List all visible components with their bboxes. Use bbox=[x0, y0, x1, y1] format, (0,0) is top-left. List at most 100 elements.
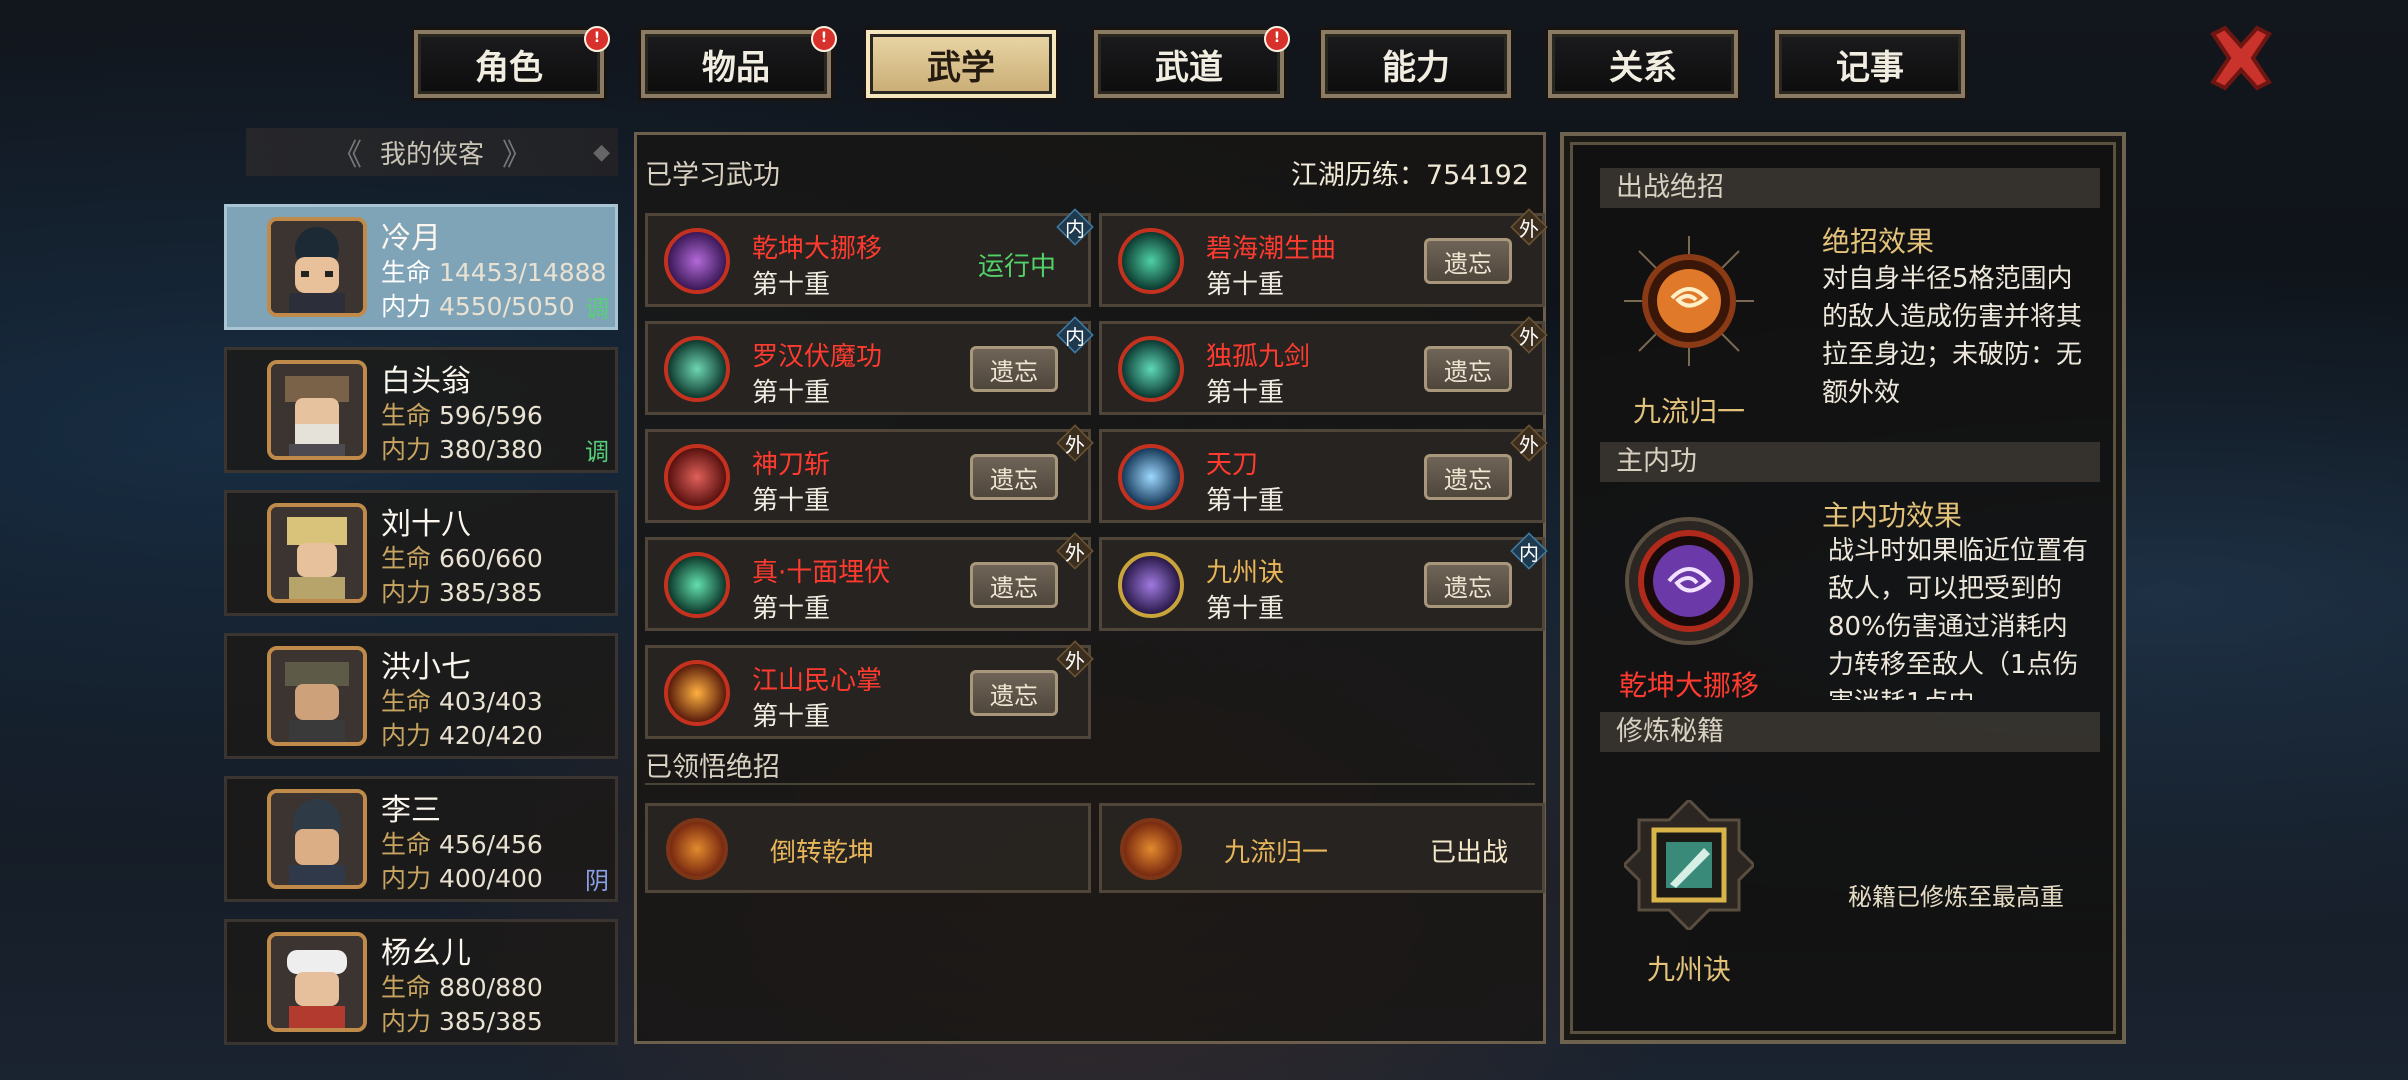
neigong-effect-title: 主内功效果 bbox=[1822, 499, 1963, 532]
forget-button[interactable]: 遗忘 bbox=[970, 562, 1058, 608]
hero-hp: 生命 14453/14888 bbox=[381, 258, 607, 287]
roster-header: 《 我的侠客 》 ◆ bbox=[246, 128, 618, 176]
hero-hp: 生命 880/880 bbox=[381, 973, 543, 1002]
neigong-effect-text: 战斗时如果临近位置有敌人，可以把受到的80%伤害通过消耗内力转移至敌人（1点伤害… bbox=[1828, 536, 2089, 700]
manual-status: 秘籍已修炼至最高重 bbox=[1848, 883, 2064, 911]
forget-button[interactable]: 遗忘 bbox=[1424, 346, 1512, 392]
close-icon[interactable] bbox=[2205, 22, 2277, 94]
hero-card[interactable]: 李三 生命 456/456 内力 400/400 阴 bbox=[224, 776, 618, 902]
main-neigong-header: 主内功 bbox=[1600, 442, 2100, 482]
ult-effect-text: 对自身半径5格范围内的敌人造成伤害并将其拉至身边；未破防：无额外效 bbox=[1822, 264, 2083, 408]
hero-name: 李三 bbox=[381, 793, 441, 828]
skills-panel: 已学习武功 江湖历练：754192 乾坤大挪移 第十重 运行中 内 碧海潮生曲 … bbox=[634, 132, 1548, 1044]
hero-card[interactable]: 杨幺儿 生命 880/880 内力 385/385 bbox=[224, 919, 618, 1045]
sword-skill-icon bbox=[1118, 336, 1184, 402]
skill-level: 第十重 bbox=[1206, 486, 1285, 516]
diamond-icon: ◆ bbox=[593, 139, 610, 165]
hero-tag: 阴 bbox=[585, 867, 609, 895]
manual-emblem[interactable] bbox=[1621, 797, 1757, 933]
hero-mp: 内力 385/385 bbox=[381, 1007, 543, 1036]
claw-skill-icon bbox=[664, 552, 730, 618]
comprehended-ults-title: 已领悟绝招 bbox=[645, 752, 780, 783]
skill-item[interactable]: 碧海潮生曲 第十重 遗忘 外 bbox=[1099, 208, 1548, 307]
skill-item[interactable]: 乾坤大挪移 第十重 运行中 内 bbox=[645, 208, 1094, 307]
skill-type-badge: 外 bbox=[1056, 424, 1094, 462]
skill-item[interactable]: 江山民心掌 第十重 遗忘 外 bbox=[645, 640, 1094, 739]
notification-badge: ! bbox=[811, 26, 837, 52]
skill-name: 江山民心掌 bbox=[752, 666, 883, 696]
hero-mp: 内力 385/385 bbox=[381, 578, 543, 607]
hero-mp: 内力 400/400 bbox=[381, 864, 543, 893]
skill-type-badge: 外 bbox=[1510, 424, 1548, 462]
spiral-ult-icon bbox=[666, 818, 728, 880]
forget-button[interactable]: 遗忘 bbox=[970, 670, 1058, 716]
skill-item[interactable]: 神刀斩 第十重 遗忘 外 bbox=[645, 424, 1094, 523]
avatar bbox=[267, 503, 367, 603]
skill-name: 神刀斩 bbox=[752, 450, 831, 480]
skill-level: 第十重 bbox=[752, 378, 831, 408]
palm-skill-icon bbox=[664, 660, 730, 726]
skill-item[interactable]: 独孤九剑 第十重 遗忘 外 bbox=[1099, 316, 1548, 415]
hero-mp: 内力 420/420 bbox=[381, 721, 543, 750]
tab-items[interactable]: 物品! bbox=[641, 26, 837, 98]
hero-card[interactable]: 冷月 生命 14453/14888 内力 4550/5050 调 bbox=[224, 204, 618, 330]
divider bbox=[645, 783, 1535, 785]
tab-relations[interactable]: 关系 bbox=[1548, 30, 1738, 98]
lightning-skill-icon bbox=[1118, 444, 1184, 510]
hero-hp: 生命 456/456 bbox=[381, 830, 543, 859]
detail-panel: 出战绝招 九流归一 绝招效果 对自身半径5格范围内的敌人造成伤害并将其拉至身边；… bbox=[1560, 132, 2126, 1044]
main-neigong-name: 乾坤大挪移 bbox=[1618, 669, 1759, 702]
skill-type-badge: 外 bbox=[1510, 208, 1548, 246]
ultimate-item[interactable]: 九流归一 已出战 bbox=[1099, 803, 1545, 893]
tab-character[interactable]: 角色! bbox=[414, 26, 610, 98]
tab-martial-way[interactable]: 武道! bbox=[1094, 26, 1290, 98]
skill-item[interactable]: 真·十面埋伏 第十重 遗忘 外 bbox=[645, 532, 1094, 631]
chevron-right-icon[interactable]: 》 bbox=[502, 130, 532, 174]
skill-type-badge: 内 bbox=[1056, 316, 1094, 354]
hero-card[interactable]: 洪小七 生命 403/403 内力 420/420 bbox=[224, 633, 618, 759]
forget-button[interactable]: 遗忘 bbox=[970, 454, 1058, 500]
skill-name: 九州诀 bbox=[1206, 558, 1285, 588]
avatar bbox=[267, 360, 367, 460]
skill-level: 第十重 bbox=[1206, 378, 1285, 408]
manual-name: 九州诀 bbox=[1646, 953, 1731, 986]
leaf-skill-icon bbox=[664, 336, 730, 402]
main-neigong-emblem[interactable] bbox=[1624, 516, 1754, 646]
notification-badge: ! bbox=[1264, 26, 1290, 52]
skill-item[interactable]: 罗汉伏魔功 第十重 遗忘 内 bbox=[645, 316, 1094, 415]
skill-name: 天刀 bbox=[1206, 450, 1259, 480]
skill-type-badge: 外 bbox=[1510, 316, 1548, 354]
hero-name: 冷月 bbox=[381, 221, 441, 256]
battle-ult-header: 出战绝招 bbox=[1600, 168, 2100, 208]
chevron-left-icon[interactable]: 《 bbox=[332, 130, 362, 174]
manual-header: 修炼秘籍 bbox=[1600, 712, 2100, 752]
skill-level: 第十重 bbox=[752, 486, 831, 516]
skill-item[interactable]: 九州诀 第十重 遗忘 内 bbox=[1099, 532, 1548, 631]
hero-card[interactable]: 刘十八 生命 660/660 内力 385/385 bbox=[224, 490, 618, 616]
ultimate-status: 已出战 bbox=[1429, 838, 1508, 868]
ultimate-name: 倒转乾坤 bbox=[770, 838, 875, 868]
skill-level: 第十重 bbox=[1206, 594, 1285, 624]
avatar bbox=[267, 217, 367, 317]
tab-journal[interactable]: 记事 bbox=[1775, 30, 1965, 98]
forget-button[interactable]: 遗忘 bbox=[970, 346, 1058, 392]
jianghu-exp: 江湖历练：754192 bbox=[1290, 160, 1529, 191]
ultimate-item[interactable]: 倒转乾坤 bbox=[645, 803, 1091, 893]
battle-ult-emblem[interactable] bbox=[1624, 236, 1754, 366]
skill-name: 真·十面埋伏 bbox=[752, 558, 891, 588]
hero-mp: 内力 4550/5050 bbox=[381, 292, 575, 321]
hero-card[interactable]: 白头翁 生命 596/596 内力 380/380 调 bbox=[224, 347, 618, 473]
hero-mp: 内力 380/380 bbox=[381, 435, 543, 464]
tab-abilities[interactable]: 能力 bbox=[1321, 30, 1511, 98]
skill-name: 独孤九剑 bbox=[1206, 342, 1311, 372]
ultimate-name: 九流归一 bbox=[1224, 838, 1329, 868]
skill-level: 第十重 bbox=[1206, 270, 1285, 300]
forget-button[interactable]: 遗忘 bbox=[1424, 562, 1512, 608]
skill-item[interactable]: 天刀 第十重 遗忘 外 bbox=[1099, 424, 1548, 523]
tab-martial-arts[interactable]: 武学 bbox=[866, 30, 1056, 98]
skill-level: 第十重 bbox=[752, 702, 831, 732]
blade-skill-icon bbox=[664, 444, 730, 510]
forget-button[interactable]: 遗忘 bbox=[1424, 454, 1512, 500]
skill-name: 罗汉伏魔功 bbox=[752, 342, 883, 372]
forget-button[interactable]: 遗忘 bbox=[1424, 238, 1512, 284]
